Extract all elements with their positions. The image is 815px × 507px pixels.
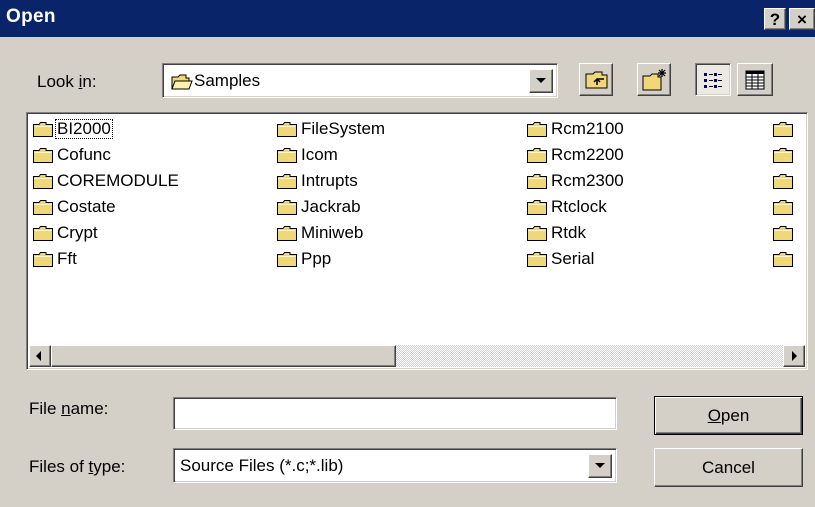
create-new-folder-button[interactable] [637,63,671,96]
open-button[interactable]: Open [654,396,803,435]
list-item-label: Intrupts [301,171,358,190]
folder-icon [277,121,297,137]
list-item[interactable] [773,248,796,270]
folder-icon [527,121,547,137]
list-item[interactable]: Serial [527,248,595,270]
list-item-label: Rcm2100 [551,119,624,138]
folder-icon [277,225,297,241]
folder-icon [527,173,547,189]
list-item[interactable]: Rcm2200 [527,144,625,166]
folder-icon [277,147,297,163]
list-item-label: Crypt [57,223,98,242]
files-of-type-label: Files of type: [29,457,126,476]
up-one-level-button[interactable] [579,63,613,96]
list-view-button[interactable] [695,63,731,96]
scroll-right-button[interactable] [783,345,805,367]
look-in-combo[interactable]: Samples [162,63,558,98]
folder-icon [773,225,793,241]
list-item-label: Cofunc [57,145,111,164]
look-in-label: Look in: [37,72,97,91]
folder-icon [277,199,297,215]
folder-icon [277,251,297,267]
list-item-label: Costate [57,197,116,216]
folder-icon [773,121,793,137]
cancel-button[interactable]: Cancel [654,448,803,487]
window-title: Open [6,6,56,27]
list-item[interactable] [773,196,796,218]
files-of-type-dropdown-button[interactable] [588,454,612,478]
title-bar[interactable]: Open ? × [0,0,815,37]
folder-icon [277,173,297,189]
list-item-label: Rcm2200 [551,145,624,164]
list-item[interactable]: Rcm2300 [527,170,625,192]
list-item-label: Icom [301,145,338,164]
list-item[interactable] [773,118,796,140]
list-item-label: Rtclock [551,197,607,216]
list-item[interactable]: Rtdk [527,222,587,244]
list-item[interactable]: Icom [277,144,339,166]
file-name-label: File name: [29,399,109,418]
list-item[interactable]: Jackrab [277,196,362,218]
folder-icon [527,147,547,163]
new-folder-icon [642,68,668,97]
folder-icon [33,121,53,137]
up-one-level-icon [585,70,609,95]
list-item[interactable]: COREMODULE [33,170,180,192]
folder-icon [33,251,53,267]
list-item[interactable]: Crypt [33,222,99,244]
details-view-button[interactable] [737,63,773,96]
help-button[interactable]: ? [764,8,786,30]
list-item[interactable] [773,170,796,192]
folder-icon [773,173,793,189]
folder-icon [527,199,547,215]
list-item[interactable]: Ppp [277,248,332,270]
list-item-label: Miniweb [301,223,364,242]
folder-icon [773,199,793,215]
open-folder-icon [171,74,193,89]
list-item[interactable]: BI2000 [33,118,113,140]
file-name-input[interactable] [173,397,617,430]
look-in-value: Samples [194,71,261,90]
details-view-icon [745,70,765,95]
horizontal-scrollbar[interactable] [29,345,805,367]
files-of-type-combo[interactable]: Source Files (*.c;*.lib) [173,448,617,483]
folder-icon [527,251,547,267]
folder-icon [773,251,793,267]
list-item[interactable]: Intrupts [277,170,359,192]
open-dialog: Open ? × Look in: Samples BI2000 Cofunc … [0,0,815,507]
folder-icon [527,225,547,241]
list-item[interactable]: Cofunc [33,144,112,166]
list-view-icon [703,71,723,94]
folder-icon [33,199,53,215]
list-item-label: Rtdk [551,223,586,242]
list-item-label: FileSystem [301,119,386,138]
list-item-label: COREMODULE [57,171,179,190]
file-list[interactable]: BI2000 Cofunc COREMODULE Costate Crypt Fft Fil… [26,112,808,370]
folder-icon [33,173,53,189]
list-item[interactable]: Miniweb [277,222,364,244]
list-item[interactable]: Fft [33,248,78,270]
list-item-label: Serial [551,249,595,268]
list-item-label: Fft [57,249,77,268]
folder-icon [33,225,53,241]
scrollbar-thumb[interactable] [51,345,396,367]
list-item-label: Ppp [301,249,332,268]
list-item[interactable]: Rtclock [527,196,608,218]
list-item-label: Jackrab [301,197,361,216]
list-item[interactable]: Rcm2100 [527,118,625,140]
list-item[interactable]: FileSystem [277,118,386,140]
close-button[interactable]: × [789,8,815,30]
list-item[interactable] [773,222,796,244]
list-item[interactable] [773,144,796,166]
list-item-label: Rcm2300 [551,171,624,190]
scroll-left-button[interactable] [29,345,51,367]
folder-icon [773,147,793,163]
folder-icon [33,147,53,163]
look-in-dropdown-button[interactable] [529,69,553,93]
files-of-type-value: Source Files (*.c;*.lib) [180,456,344,475]
list-item[interactable]: Costate [33,196,117,218]
list-item-label: BI2000 [55,119,113,139]
